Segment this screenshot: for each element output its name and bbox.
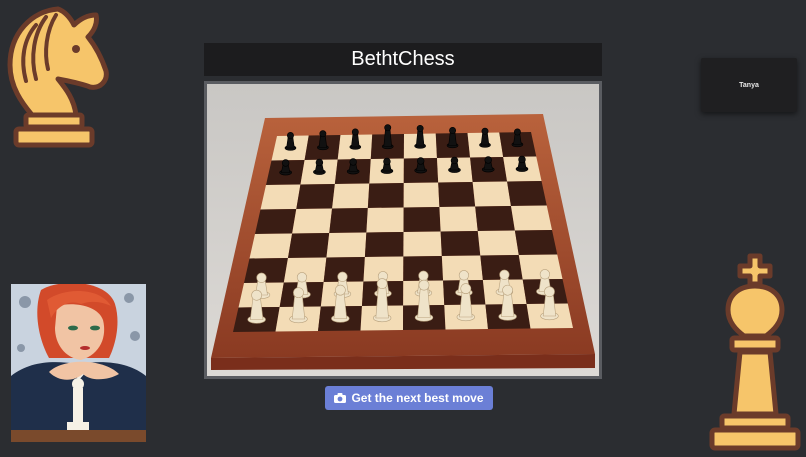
board-square — [287, 233, 330, 258]
board-square — [403, 207, 441, 232]
board-square — [329, 208, 368, 233]
board-square — [440, 231, 481, 256]
board-square — [472, 181, 511, 207]
next-best-move-button[interactable]: Get the next best move — [325, 386, 493, 410]
chessboard-image — [207, 84, 599, 376]
board-square — [332, 183, 370, 209]
camera-feed — [204, 81, 602, 379]
board-square — [249, 233, 293, 259]
board-square — [296, 184, 335, 209]
avatar — [11, 284, 146, 442]
board-square — [510, 205, 552, 231]
board-square — [514, 230, 558, 255]
board-square — [507, 181, 547, 206]
board-square — [364, 232, 404, 257]
board-square — [439, 206, 478, 232]
board-square — [292, 208, 333, 234]
chess-king-icon — [706, 252, 804, 452]
next-best-move-label: Get the next best move — [351, 391, 484, 405]
user-card[interactable]: Tanya — [701, 58, 797, 112]
board-square — [255, 209, 297, 234]
camera-icon — [334, 393, 347, 403]
user-name: Tanya — [739, 81, 759, 89]
board-square — [366, 207, 404, 233]
board-square — [367, 183, 404, 208]
page-title: BethtChess — [204, 43, 602, 76]
board-square — [438, 182, 476, 207]
board-square — [260, 184, 301, 210]
board-square — [403, 231, 442, 257]
board-square — [477, 230, 519, 256]
board-square — [326, 232, 367, 258]
board-square — [403, 182, 440, 208]
board-square — [475, 206, 515, 231]
chess-knight-icon — [2, 3, 110, 149]
